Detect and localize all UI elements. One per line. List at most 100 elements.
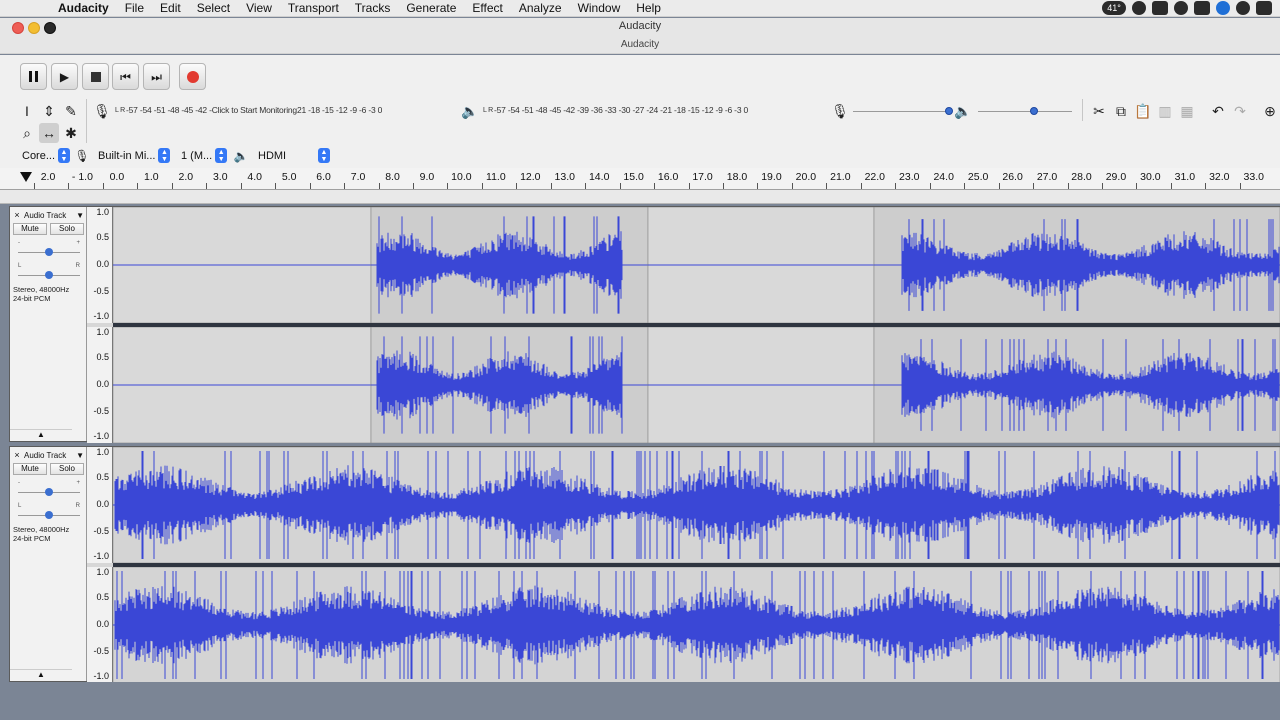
paste-button[interactable]: 📋 [1133, 101, 1153, 121]
stop-button[interactable] [82, 63, 109, 90]
record-meter-button[interactable]: 🎙 [92, 101, 112, 121]
track-name[interactable]: Audio Track [22, 451, 76, 460]
menu-file[interactable]: File [117, 1, 152, 15]
close-track-icon[interactable]: × [12, 210, 22, 220]
menu-tracks[interactable]: Tracks [347, 1, 399, 15]
ruler-tick-label: 24.0 [933, 171, 954, 183]
ruler-tick [723, 183, 724, 189]
updown-arrow-icon: ▲ ▼ [215, 148, 228, 163]
copy-button[interactable]: ⧉ [1111, 101, 1131, 121]
undo-button[interactable]: ↶ [1208, 101, 1228, 121]
play-button[interactable]: ▶ [51, 63, 78, 90]
dropbox-icon[interactable] [1152, 1, 1168, 15]
ruler-tick [860, 183, 862, 189]
redo-button[interactable]: ↷ [1230, 101, 1250, 121]
track-menu-chevron-icon[interactable]: ▼ [76, 211, 84, 220]
audio-track-1[interactable]: × Audio Track ▼ Mute Solo - + L R Stereo… [9, 206, 1280, 443]
mute-button[interactable]: Mute [13, 463, 47, 475]
ruler-tick-label: 14.0 [588, 171, 610, 183]
mic-volume-icon: 🎙 [831, 102, 849, 119]
scale-label: -1.0 [93, 311, 109, 321]
menu-help[interactable]: Help [628, 1, 669, 15]
gain-knob[interactable] [45, 248, 53, 256]
pan-slider[interactable]: L R [18, 263, 80, 280]
empty-project-area[interactable] [0, 682, 1280, 720]
input-volume-slider[interactable] [853, 111, 951, 112]
selection-tool[interactable]: I [17, 101, 37, 121]
menu-window[interactable]: Window [570, 1, 629, 15]
output-device-select[interactable]: HDMI ▲ ▼ [254, 147, 330, 164]
skip-to-start-button[interactable]: ⏮ [112, 63, 139, 90]
track-name[interactable]: Audio Track [22, 211, 76, 220]
menu-view[interactable]: View [238, 1, 280, 15]
gain-slider[interactable]: - + [18, 240, 80, 257]
output-volume-slider[interactable] [978, 111, 1072, 112]
menu-select[interactable]: Select [189, 1, 238, 15]
ruler-tick-label: 19.0 [761, 171, 782, 183]
track-control-panel: × Audio Track ▼ Mute Solo - + L R Stereo… [10, 207, 87, 441]
pan-knob[interactable] [45, 511, 53, 519]
output-volume-knob[interactable] [1030, 107, 1038, 115]
record-status-icon[interactable] [1132, 1, 1146, 15]
airplay-icon[interactable] [1256, 1, 1272, 15]
pan-slider[interactable]: L R [18, 503, 80, 520]
play-meter[interactable]: L R -57 -54 -51 -48 -45 -42 -39 -36 -33 … [483, 102, 748, 118]
gain-slider[interactable]: - + [18, 480, 80, 497]
record-meter-scale-tail: 21 -18 -15 -12 -9 -6 -3 0 [296, 105, 383, 115]
track-header: × Audio Track ▼ [12, 449, 84, 461]
selection-tool-icon: I [25, 103, 29, 119]
temperature-badge[interactable]: 41° [1102, 1, 1126, 15]
collapse-track-button[interactable]: ▲ [10, 669, 72, 679]
solo-button[interactable]: Solo [50, 463, 84, 475]
skype-icon[interactable] [1216, 1, 1230, 15]
cut-button[interactable]: ✂ [1089, 101, 1109, 121]
skip-end-icon: ⏭ [151, 69, 162, 84]
waveform-channel-right[interactable] [113, 327, 1280, 443]
multi-tool[interactable]: ✱ [61, 123, 81, 143]
menu-edit[interactable]: Edit [152, 1, 189, 15]
timeline-ruler[interactable]: 2.0 - 1.0 0.0 1.0 2.0 3.0 4.0 5.0 6.0 7.0 8.0 9.0 10… [0, 168, 1280, 190]
close-track-icon[interactable]: × [12, 450, 22, 460]
audio-track-2[interactable]: × Audio Track ▼ Mute Solo - + L R Stereo… [9, 446, 1280, 683]
ruler-tick-label: 22.0 [864, 171, 886, 183]
input-device-select[interactable]: Built-in Mi... ▲ ▼ [94, 147, 171, 164]
solo-button[interactable]: Solo [50, 223, 84, 235]
pause-button[interactable] [20, 63, 47, 90]
record-meter[interactable]: L R -57 -54 -51 -48 -45 -42 - Click to S… [115, 102, 382, 118]
zoom-tool[interactable]: ⌕ [17, 123, 37, 143]
user-icon[interactable] [1236, 1, 1250, 15]
ruler-play-head-icon[interactable] [20, 172, 32, 182]
waveform-channel-right[interactable] [113, 567, 1280, 683]
envelope-tool[interactable]: ⇕ [39, 101, 59, 121]
input-volume-knob[interactable] [945, 107, 953, 115]
mute-button[interactable]: Mute [13, 223, 47, 235]
zoom-in-button[interactable]: ⊕ [1260, 101, 1280, 121]
draw-tool[interactable]: ✎ [61, 101, 81, 121]
trim-button[interactable]: ▥ [1155, 101, 1175, 121]
menu-transport[interactable]: Transport [280, 1, 347, 15]
waveform-channel-left[interactable] [113, 447, 1280, 563]
collapse-track-button[interactable]: ▲ [10, 429, 72, 439]
waveform-channel-left[interactable] [113, 207, 1280, 323]
pan-knob[interactable] [45, 271, 53, 279]
menu-generate[interactable]: Generate [398, 1, 464, 15]
menu-app-audacity[interactable]: Audacity [50, 1, 117, 15]
menu-effect[interactable]: Effect [464, 1, 510, 15]
gain-knob[interactable] [45, 488, 53, 496]
audio-host-select[interactable]: Core... ▲ ▼ [18, 147, 71, 164]
play-meter-button[interactable]: 🔈 [460, 101, 480, 121]
time-shift-tool[interactable]: ↔ [39, 123, 59, 143]
globe-icon[interactable] [1174, 1, 1188, 15]
track-menu-chevron-icon[interactable]: ▼ [76, 451, 84, 460]
skip-to-end-button[interactable]: ⏭ [143, 63, 170, 90]
ruler-strip[interactable] [0, 190, 1280, 204]
microphone-icon: 🎙 [93, 102, 111, 119]
silence-button[interactable]: ▦ [1177, 101, 1197, 121]
menu-analyze[interactable]: Analyze [511, 1, 570, 15]
channels-select[interactable]: 1 (M... ▲ ▼ [177, 147, 228, 164]
record-button[interactable] [179, 63, 206, 90]
track-control-panel: × Audio Track ▼ Mute Solo - + L R Stereo… [10, 447, 87, 681]
record-meter-prompt[interactable]: Click to Start Monitoring [212, 105, 297, 115]
display-icon[interactable] [1194, 1, 1210, 15]
ruler-tick [895, 183, 897, 189]
